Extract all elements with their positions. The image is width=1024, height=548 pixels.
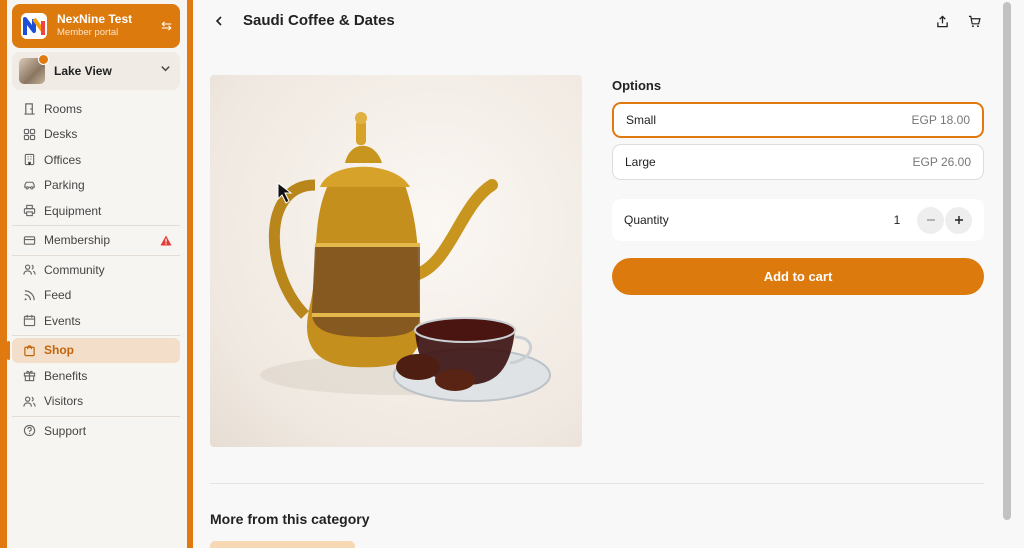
sidebar-item-desks[interactable]: Desks [12,122,180,148]
window-edge [1013,0,1024,548]
product-image [210,75,582,447]
gift-icon [22,369,36,383]
divider [12,225,180,226]
printer-icon [22,204,36,218]
increment-button[interactable] [945,206,972,234]
sidebar-item-label: Membership [44,233,111,248]
option-large[interactable]: Large EGP 26.00 [612,144,984,180]
section-title: More from this category [210,511,370,527]
location-thumbnail [19,54,49,84]
swap-icon[interactable]: ⇆ [161,18,172,34]
org-subtitle: Member portal [57,27,119,39]
option-name: Small [626,113,657,127]
location-selector[interactable]: Lake View [12,52,180,90]
org-logo [21,13,47,39]
main-content: Saudi Coffee & Dates Options Small EGP 1… [193,0,1002,548]
sidebar-item-label: Shop [44,343,74,358]
product-card[interactable] [210,541,355,548]
help-circle-icon [22,424,36,438]
warning-icon [160,235,172,249]
decrement-button[interactable] [917,206,944,234]
location-name: Lake View [54,64,112,78]
minus-icon [926,219,935,221]
sidebar-item-label: Rooms [44,101,83,116]
options-title: Options [612,78,662,93]
grid-icon [22,127,36,141]
sidebar: NexNine Test Member portal ⇆ Lake View R… [7,0,187,548]
sidebar-item-label: Support [44,423,87,438]
sidebar-item-label: Community [44,262,105,277]
car-icon [22,178,36,192]
sidebar-item-label: Desks [44,127,78,142]
share-button[interactable] [933,12,951,30]
divider [12,254,180,256]
option-small[interactable]: Small EGP 18.00 [612,102,984,138]
sidebar-item-community[interactable]: Community [12,257,180,283]
sidebar-item-label: Feed [44,288,72,303]
quantity-label: Quantity [624,213,669,227]
option-price: EGP 26.00 [912,155,972,169]
sidebar-item-shop[interactable]: Shop [7,337,180,363]
sidebar-item-offices[interactable]: Offices [12,147,180,173]
scrollbar[interactable] [1002,0,1013,548]
scrollbar-thumb[interactable] [1003,2,1011,520]
sidebar-item-label: Equipment [44,203,102,218]
page-title: Saudi Coffee & Dates [243,12,395,29]
option-name: Large [625,155,656,169]
sidebar-item-rooms[interactable]: Rooms [12,96,180,122]
plus-icon [954,216,963,224]
back-button[interactable] [210,12,228,30]
chevron-left-icon [215,16,222,26]
divider [210,483,984,484]
org-switcher[interactable]: NexNine Test Member portal ⇆ [12,4,180,48]
sidebar-item-parking[interactable]: Parking [12,173,180,199]
sidebar-item-benefits[interactable]: Benefits [12,363,180,389]
divider [12,415,180,417]
cart-button[interactable] [965,12,983,30]
shopping-bag-icon [22,343,36,357]
users-icon [22,263,36,277]
sidebar-item-label: Offices [44,152,82,167]
calendar-icon [22,314,36,328]
add-to-cart-button[interactable]: Add to cart [612,258,984,295]
org-name: NexNine Test [57,12,133,27]
sidebar-nav: Rooms Desks Offices Parking Equipment Me… [7,96,180,444]
sidebar-item-membership[interactable]: Membership [12,228,180,254]
card-icon [22,233,36,247]
location-badge-icon [38,54,49,65]
quantity-value: 1 [893,213,901,227]
sidebar-item-label: Benefits [44,368,88,383]
cart-icon [968,15,981,27]
sidebar-item-label: Events [44,313,81,328]
quantity-stepper: Quantity 1 [612,199,984,241]
share-icon [936,14,948,27]
users-icon [22,394,36,408]
divider [12,335,180,336]
option-price: EGP 18.00 [911,113,971,127]
chevron-down-icon [160,63,171,77]
door-icon [22,102,36,116]
sidebar-item-events[interactable]: Events [12,308,180,334]
sidebar-item-label: Parking [44,178,85,193]
rss-icon [22,288,36,302]
sidebar-item-feed[interactable]: Feed [12,283,180,309]
sidebar-item-visitors[interactable]: Visitors [12,389,180,415]
sidebar-item-label: Visitors [44,394,84,409]
sidebar-item-equipment[interactable]: Equipment [12,198,180,224]
sidebar-item-support[interactable]: Support [12,418,180,444]
building-icon [22,153,36,167]
